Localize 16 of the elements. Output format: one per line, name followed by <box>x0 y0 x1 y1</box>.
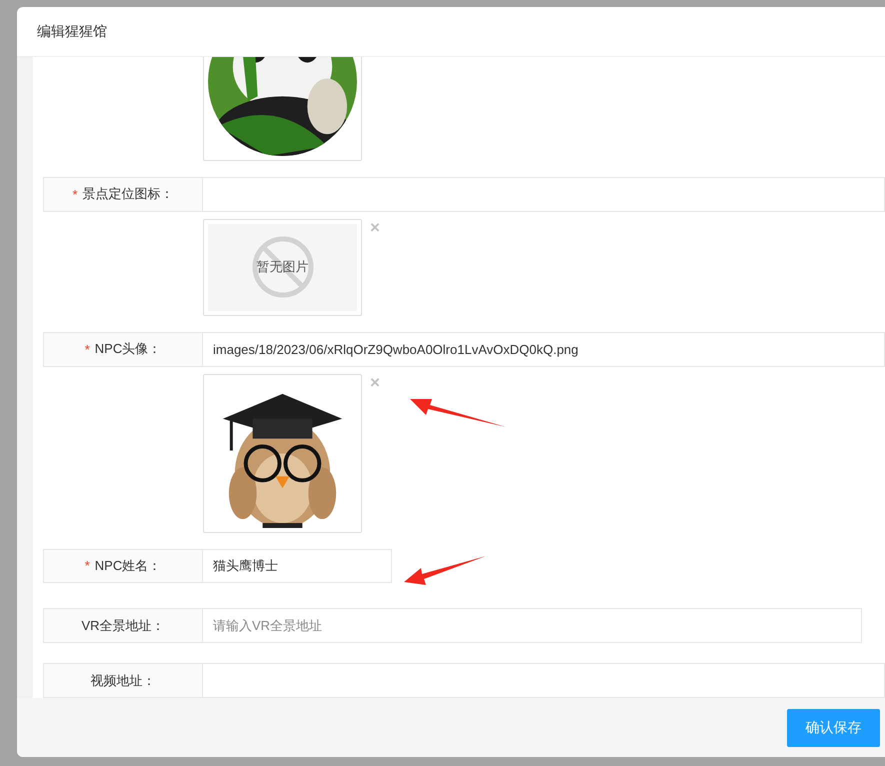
input-field[interactable] <box>203 177 885 212</box>
empty-text: 暂无图片 <box>256 258 308 276</box>
input-field[interactable]: images/18/2023/06/xRlqOrZ9QwboA0Olro1LvAvOxDQ0kQ.png <box>203 332 885 367</box>
save-button[interactable]: 确认保存 <box>787 708 880 746</box>
remove-button[interactable]: × <box>366 218 384 237</box>
input-field[interactable]: 请输入VR全景地址 <box>203 608 862 644</box>
field-label: * NPC姓名： <box>43 548 203 584</box>
no-image-icon <box>250 235 314 300</box>
remove-button[interactable]: × <box>366 374 384 392</box>
field-label: VR全景地址： <box>43 608 203 644</box>
input-field[interactable]: 猫头鹰博士 <box>203 548 392 584</box>
field-label: * 景点定位图标： <box>43 177 203 212</box>
input-field[interactable] <box>203 663 885 698</box>
dialog-title: 编辑猩猩馆 <box>37 22 107 40</box>
field-label: * NPC头像： <box>43 332 203 367</box>
field-label: 视频地址： <box>43 663 203 698</box>
